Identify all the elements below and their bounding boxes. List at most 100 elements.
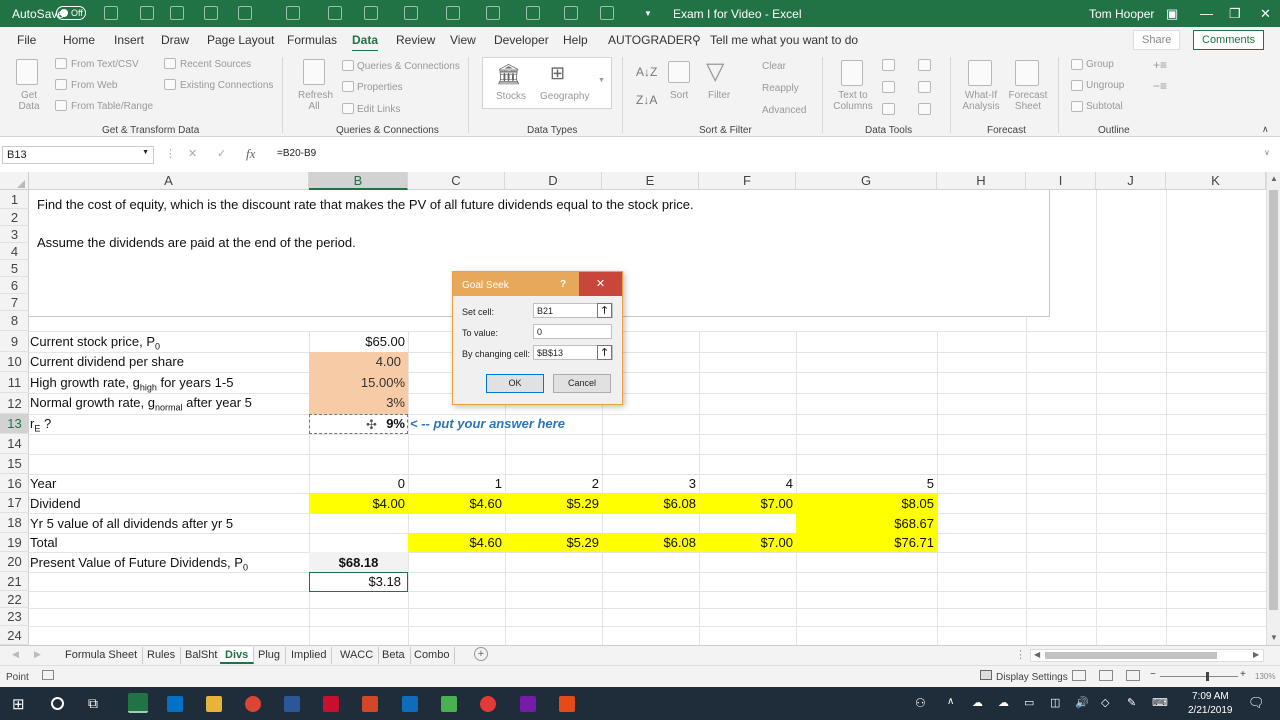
row-header[interactable]: 22 (0, 591, 29, 608)
clear-filter-button[interactable]: Clear (762, 61, 786, 72)
notifications-icon[interactable]: 🗨 (1248, 695, 1265, 711)
column-header[interactable]: A (29, 172, 309, 190)
row-header[interactable]: 15 (0, 454, 29, 474)
column-header[interactable]: G (796, 172, 937, 190)
reapply-button[interactable]: Reapply (762, 83, 799, 94)
row-header[interactable]: 3 (0, 226, 29, 243)
row-header[interactable]: 18 (0, 513, 29, 533)
taskbar-date[interactable]: 2/21/2019 (1188, 705, 1233, 716)
tab-file[interactable]: File (17, 33, 36, 47)
remove-duplicates-icon[interactable] (882, 81, 895, 93)
sheet-tab-plug[interactable]: Plug (253, 647, 287, 664)
dividend-5[interactable]: $8.05 (796, 496, 934, 511)
word-icon[interactable] (284, 696, 300, 712)
outlook-taskbar-icon[interactable] (167, 696, 183, 712)
pen-workspace-icon[interactable]: ✎ (1127, 696, 1136, 709)
row-header[interactable]: 6 (0, 277, 29, 294)
refresh-all-button[interactable]: Refresh All (298, 90, 333, 112)
geography-button[interactable]: Geography (540, 91, 589, 102)
dialog-title-bar[interactable]: Goal Seek ? ✕ (453, 272, 622, 296)
dividend-0[interactable]: $4.00 (309, 496, 405, 511)
zoom-slider-thumb[interactable] (1206, 672, 1209, 681)
sort-za-icon[interactable]: Z↓A (636, 93, 657, 107)
people-icon[interactable]: ⚇ (915, 696, 926, 710)
tab-formulas[interactable]: Formulas (287, 33, 337, 47)
format-icon[interactable] (286, 6, 300, 20)
year-4[interactable]: 4 (699, 476, 793, 491)
text-to-columns-icon[interactable] (841, 60, 863, 86)
row-header[interactable]: 2 (0, 209, 29, 226)
excel-taskbar-icon[interactable] (128, 693, 148, 713)
battery-icon[interactable]: ▭ (1024, 696, 1034, 709)
macro-record-icon[interactable] (42, 670, 54, 680)
add-sheet-icon[interactable]: + (474, 647, 488, 661)
stocks-icon[interactable]: 🏛 (496, 62, 521, 87)
year-5[interactable]: 5 (796, 476, 934, 491)
dividend-1[interactable]: $4.60 (408, 496, 502, 511)
sheet-tab-balsht[interactable]: BalSht (180, 647, 224, 664)
font-color-icon[interactable] (140, 6, 154, 20)
ok-button[interactable]: OK (486, 374, 544, 393)
expand-formula-bar-icon[interactable]: ∨ (1264, 148, 1270, 157)
sheet-tab-wacc[interactable]: WACC (335, 647, 380, 664)
todo-icon[interactable] (480, 696, 496, 712)
year-0[interactable]: 0 (309, 476, 405, 491)
page-layout-view-icon[interactable] (1099, 670, 1113, 681)
column-header[interactable]: J (1096, 172, 1166, 190)
cell-b21[interactable]: $3.18 (309, 574, 401, 589)
column-header[interactable]: I (1026, 172, 1096, 190)
row-header[interactable]: 12 (0, 393, 29, 414)
row-header[interactable]: 11 (0, 372, 29, 393)
comments-button[interactable]: Comments (1193, 30, 1265, 50)
collapse-dialog-icon[interactable]: 🡑 (597, 303, 612, 318)
show-detail-icon[interactable]: +≡ (1153, 58, 1167, 72)
get-data-button[interactable]: Get Data (15, 90, 43, 112)
year-2[interactable]: 2 (505, 476, 599, 491)
highlighter-icon[interactable] (486, 6, 500, 20)
insert-function-button[interactable]: fx (246, 146, 255, 162)
stocks-button[interactable]: Stocks (496, 91, 526, 102)
tab-autograder[interactable]: AUTOGRADER (608, 33, 692, 47)
display-settings-button[interactable]: Display Settings (996, 672, 1068, 683)
column-header[interactable]: E (602, 172, 699, 190)
filter-button[interactable]: Filter (708, 90, 730, 101)
cancel-button[interactable]: Cancel (553, 374, 611, 393)
properties-button[interactable]: Properties (357, 82, 403, 93)
user-name[interactable]: Tom Hooper (1089, 7, 1154, 21)
row-header[interactable]: 24 (0, 626, 29, 645)
what-if-analysis-button[interactable]: What-If Analysis (960, 90, 1002, 112)
normal-view-icon[interactable] (1072, 670, 1086, 681)
recent-sources-button[interactable]: Recent Sources (180, 59, 251, 70)
help-button[interactable]: ? (560, 279, 566, 290)
tab-developer[interactable]: Developer (494, 33, 549, 47)
tab-home[interactable]: Home (63, 33, 95, 47)
dividend-2[interactable]: $5.29 (505, 496, 599, 511)
copy-icon[interactable] (328, 6, 342, 20)
dialog-close-button[interactable]: ✕ (579, 272, 622, 296)
tell-me-search[interactable]: Tell me what you want to do (710, 33, 858, 47)
column-header[interactable]: F (699, 172, 796, 190)
collapse-dialog-icon[interactable]: 🡑 (597, 345, 612, 360)
what-if-icon[interactable] (968, 60, 992, 86)
data-validation-icon[interactable] (882, 103, 895, 115)
image-icon[interactable] (204, 6, 218, 20)
hide-detail-icon[interactable]: −≡ (1153, 79, 1167, 93)
zoom-out-icon[interactable]: − (1150, 669, 1156, 680)
group-button[interactable]: Group (1086, 59, 1114, 70)
sort-az-icon[interactable]: A↓Z (636, 65, 657, 79)
gallery-more-icon[interactable]: ▼ (598, 77, 605, 84)
customize-qat-icon[interactable]: ▼ (644, 9, 652, 18)
clear-icon[interactable] (600, 6, 614, 20)
scroll-left-icon[interactable]: ◀ (1034, 650, 1040, 659)
name-box[interactable]: B13 ▼ (2, 146, 154, 164)
manage-data-model-icon[interactable] (918, 103, 931, 115)
table-style-icon[interactable] (404, 6, 418, 20)
ungroup-button[interactable]: Ungroup (1086, 80, 1124, 91)
tab-page-layout[interactable]: Page Layout (207, 33, 274, 47)
flash-fill-icon[interactable] (882, 59, 895, 71)
sheet-tab-combo[interactable]: Combo (409, 647, 456, 664)
row-header[interactable]: 9 (0, 331, 29, 352)
prev-sheet-icon[interactable]: ◀ (12, 649, 19, 660)
dividend-3[interactable]: $6.08 (602, 496, 696, 511)
row-header[interactable]: 7 (0, 294, 29, 311)
